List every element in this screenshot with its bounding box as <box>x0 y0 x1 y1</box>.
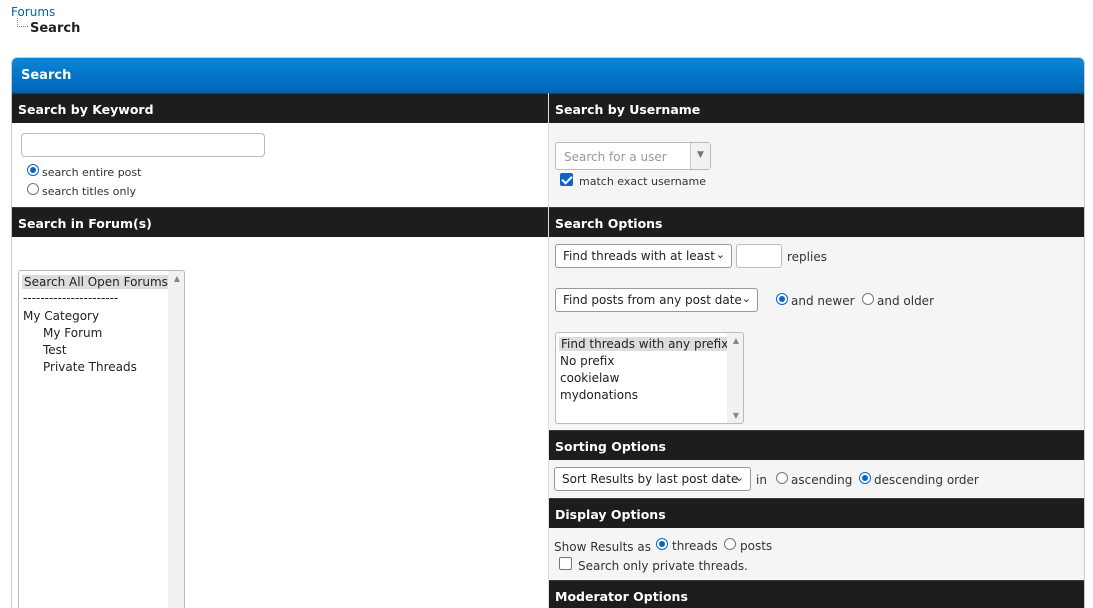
forum-option[interactable]: Private Threads <box>43 360 137 374</box>
scroll-up-icon[interactable]: ▲ <box>733 336 739 345</box>
sort-select-value: Sort Results by last post date <box>562 472 739 486</box>
breadcrumb-tree-connector <box>17 18 28 27</box>
show-threads-radio[interactable] <box>656 538 668 550</box>
username-placeholder: Search for a user <box>564 150 667 164</box>
post-date-select-value: Find posts from any post date <box>563 293 742 307</box>
prefix-listbox[interactable]: Find threads with any prefix No prefix c… <box>555 332 744 424</box>
breadcrumb-forums-link[interactable]: Forums <box>11 5 55 19</box>
descending-label: descending order <box>874 473 979 487</box>
moderator-section-header: Moderator Options <box>549 580 1084 608</box>
search-options-section-header: Search Options <box>549 207 1084 237</box>
panel-title: Search <box>12 58 1084 93</box>
search-entire-post-radio[interactable] <box>27 164 39 176</box>
and-older-radio[interactable] <box>862 293 874 305</box>
show-results-label: Show Results as <box>554 540 651 554</box>
breadcrumb-current: Search <box>30 21 81 36</box>
forums-listbox[interactable]: Search All Open Forums -----------------… <box>18 270 185 608</box>
prefix-scrollbar[interactable] <box>727 333 743 423</box>
search-titles-only-radio[interactable] <box>27 183 39 195</box>
forums-section-header: Search in Forum(s) <box>12 207 549 237</box>
descending-radio[interactable] <box>859 472 871 484</box>
keyword-section-header: Search by Keyword <box>12 93 549 123</box>
match-exact-username-label: match exact username <box>579 175 706 188</box>
search-entire-post-label: search entire post <box>42 166 142 179</box>
match-exact-username-checkbox[interactable] <box>560 173 573 186</box>
scroll-down-icon[interactable]: ▼ <box>733 411 739 420</box>
and-older-label: and older <box>877 294 934 308</box>
show-posts-radio[interactable] <box>724 538 736 550</box>
ascending-radio[interactable] <box>776 472 788 484</box>
prefix-option[interactable]: No prefix <box>560 354 614 368</box>
replies-input[interactable] <box>736 244 782 268</box>
chevron-down-icon: ⌄ <box>715 248 725 261</box>
display-section-header: Display Options <box>549 498 1084 528</box>
show-posts-label: posts <box>740 539 773 553</box>
keyword-input[interactable] <box>21 133 265 157</box>
prefix-option[interactable]: Find threads with any prefix <box>559 337 731 351</box>
search-titles-only-label: search titles only <box>42 185 137 198</box>
username-section-header: Search by Username <box>549 93 1084 123</box>
column-divider <box>548 93 549 608</box>
forum-option[interactable]: My Category <box>23 309 99 323</box>
sorting-section-header: Sorting Options <box>549 430 1084 460</box>
replies-select[interactable]: Find threads with at least ⌄ <box>555 244 732 268</box>
username-picker[interactable]: Search for a user ▼ <box>555 142 711 170</box>
forum-option-separator: ---------------------- <box>23 291 119 305</box>
and-newer-label: and newer <box>791 294 855 308</box>
scroll-up-icon[interactable]: ▲ <box>174 274 180 283</box>
chevron-down-icon: ⌄ <box>734 471 744 484</box>
replies-select-value: Find threads with at least <box>563 249 715 263</box>
and-newer-radio[interactable] <box>776 293 788 305</box>
ascending-label: ascending <box>791 473 853 487</box>
forum-option[interactable]: Test <box>43 343 67 357</box>
forums-scrollbar[interactable] <box>168 271 184 608</box>
search-panel: Search Search by Keyword Search by Usern… <box>11 57 1085 608</box>
post-date-select[interactable]: Find posts from any post date ⌄ <box>555 288 758 312</box>
sort-in-label: in <box>756 473 767 487</box>
replies-label: replies <box>787 250 827 264</box>
chevron-down-icon: ⌄ <box>741 292 751 305</box>
show-threads-label: threads <box>672 539 718 553</box>
chevron-down-icon[interactable]: ▼ <box>690 143 710 169</box>
prefix-option[interactable]: mydonations <box>560 388 638 402</box>
forum-option[interactable]: Search All Open Forums <box>22 275 170 289</box>
sort-select[interactable]: Sort Results by last post date ⌄ <box>554 467 751 491</box>
prefix-option[interactable]: cookielaw <box>560 371 619 385</box>
forum-option[interactable]: My Forum <box>43 326 102 340</box>
private-threads-label: Search only private threads. <box>578 559 748 573</box>
private-threads-checkbox[interactable] <box>559 557 572 570</box>
